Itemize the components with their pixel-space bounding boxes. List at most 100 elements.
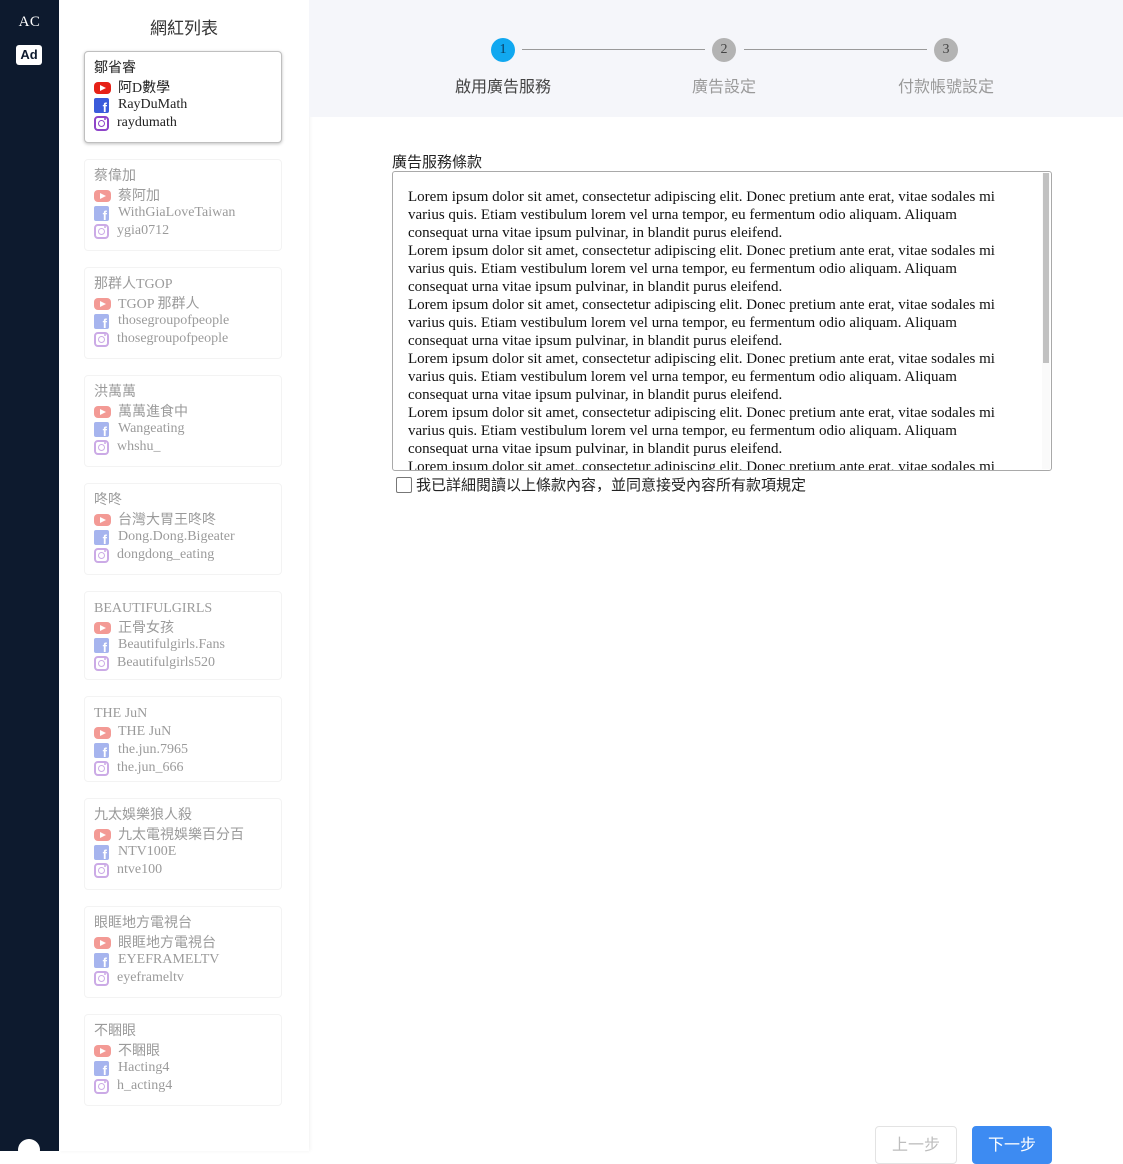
influencer-card[interactable]: 不睏眼 不睏眼 Hacting4 h_acting4 [84,1014,282,1106]
step-1-indicator: 1 [491,38,515,62]
influencer-name: 九太娛樂狼人殺 [94,808,192,823]
instagram-account: ygia0712 [117,223,170,238]
facebook-account: EYEFRAMELTV [118,952,220,967]
previous-step-button[interactable]: 上一步 [875,1126,957,1164]
youtube-channel: 阿D數學 [118,81,171,96]
step-connector [522,49,705,50]
influencer-card[interactable]: 蔡偉加 蔡阿加 WithGiaLoveTaiwan ygia0712 [84,159,282,251]
influencer-card[interactable]: 洪萬萬 萬萬進食中 Wangeating whshu_ [84,375,282,467]
step-3-indicator: 3 [934,38,958,62]
influencer-card[interactable]: THE JuN THE JuN the.jun.7965 the.jun_666 [84,696,282,782]
influencer-name: 蔡偉加 [94,169,136,184]
youtube-icon [94,828,111,841]
youtube-channel: THE JuN [118,724,172,739]
instagram-account: thosegroupofpeople [117,331,229,346]
app-logo-text[interactable]: AC [0,14,59,31]
facebook-account: NTV100E [118,844,177,859]
instagram-account: ntve100 [117,862,163,877]
facebook-icon [94,742,109,760]
terms-scrollbar[interactable] [1042,173,1050,469]
influencer-card[interactable]: BEAUTIFULGIRLS 正骨女孩 Beautifulgirls.Fans … [84,591,282,680]
step-connector [744,49,927,50]
terms-content: Lorem ipsum dolor sit amet, consectetur … [408,188,1018,471]
terms-paragraph: Lorem ipsum dolor sit amet, consectetur … [408,405,995,457]
influencer-name: THE JuN [94,706,148,721]
instagram-account: raydumath [117,115,177,130]
scrollbar-thumb[interactable] [1043,173,1049,363]
influencer-card[interactable]: 九太娛樂狼人殺 九太電視娛樂百分百 NTV100E ntve100 [84,798,282,890]
facebook-icon [94,97,109,115]
youtube-channel: 眼眶地方電視台 [118,936,216,951]
instagram-account: the.jun_666 [117,760,184,775]
terms-paragraph: Lorem ipsum dolor sit amet, consectetur … [408,459,995,471]
agree-label: 我已詳細閱讀以上條款內容，並同意接受內容所有款項規定 [416,476,807,494]
instagram-icon [94,223,109,239]
youtube-icon [94,936,111,949]
instagram-account: dongdong_eating [117,547,215,562]
terms-textbox[interactable]: Lorem ipsum dolor sit amet, consectetur … [392,171,1052,471]
terms-paragraph: Lorem ipsum dolor sit amet, consectetur … [408,189,995,241]
step-3-label: 付款帳號設定 [897,77,994,96]
instagram-account: h_acting4 [117,1078,173,1093]
influencer-card[interactable]: 咚咚 台灣大胃王咚咚 Dong.Dong.Bigeater dongdong_e… [84,483,282,575]
instagram-icon [94,547,109,563]
influencer-card[interactable]: 那群人TGOP TGOP 那群人 thosegroupofpeople thos… [84,267,282,359]
user-avatar[interactable] [18,1139,40,1161]
influencer-name: 不睏眼 [94,1024,136,1039]
influencer-name: 那群人TGOP [94,277,173,292]
facebook-account: the.jun.7965 [118,742,188,757]
youtube-channel: 九太電視娛樂百分百 [118,828,244,843]
next-step-button[interactable]: 下一步 [972,1126,1052,1164]
terms-paragraph: Lorem ipsum dolor sit amet, consectetur … [408,297,995,349]
influencer-name: 眼眶地方電視台 [94,916,192,931]
instagram-account: whshu_ [117,439,161,454]
youtube-icon [94,621,111,634]
facebook-icon [94,637,109,655]
terms-paragraph: Lorem ipsum dolor sit amet, consectetur … [408,243,995,295]
youtube-channel: 不睏眼 [118,1044,160,1059]
instagram-icon [94,760,109,776]
youtube-channel: 蔡阿加 [118,189,160,204]
influencer-name: 鄒省睿 [94,61,136,76]
facebook-account: WithGiaLoveTaiwan [118,205,236,220]
terms-title: 廣告服務條款 [392,153,483,171]
instagram-account: eyeframeltv [117,970,184,985]
influencer-card[interactable]: 眼眶地方電視台 眼眶地方電視台 EYEFRAMELTV eyeframeltv [84,906,282,998]
facebook-account: Beautifulgirls.Fans [118,637,225,652]
influencer-list-title: 網紅列表 [150,19,218,39]
instagram-icon [94,1078,109,1094]
instagram-account: Beautifulgirls520 [117,655,215,670]
youtube-icon [94,81,111,94]
facebook-icon [94,1060,109,1078]
step-2-indicator: 2 [712,38,736,62]
youtube-channel: TGOP 那群人 [118,297,200,312]
instagram-icon [94,655,109,671]
youtube-icon [94,726,111,739]
agree-checkbox[interactable] [396,476,412,493]
facebook-icon [94,205,109,223]
facebook-icon [94,313,109,331]
agree-terms-row[interactable]: 我已詳細閱讀以上條款內容，並同意接受內容所有款項規定 [396,474,806,495]
facebook-account: Dong.Dong.Bigeater [118,529,235,544]
youtube-channel: 正骨女孩 [118,621,174,636]
instagram-icon [94,115,109,131]
ad-icon[interactable]: Ad [16,45,42,65]
youtube-icon [94,189,111,202]
influencer-name: 洪萬萬 [94,385,136,400]
youtube-icon [94,1044,111,1057]
progress-stepper: 1 2 3 啟用廣告服務 廣告設定 付款帳號設定 [309,0,1123,117]
facebook-account: Wangeating [118,421,185,436]
youtube-icon [94,513,111,526]
influencer-list-panel: 網紅列表 鄒省睿 阿D數學 RayDuMath raydumath 蔡偉加 蔡阿… [59,0,309,1151]
instagram-icon [94,862,109,878]
youtube-channel: 台灣大胃王咚咚 [118,513,216,528]
step-2-label: 廣告設定 [691,77,756,96]
facebook-account: Hacting4 [118,1060,170,1075]
instagram-icon [94,970,109,986]
instagram-icon [94,439,109,455]
youtube-icon [94,405,111,418]
influencer-card[interactable]: 鄒省睿 阿D數學 RayDuMath raydumath [84,51,282,143]
facebook-icon [94,844,109,862]
influencer-name: BEAUTIFULGIRLS [94,601,213,616]
facebook-icon [94,529,109,547]
